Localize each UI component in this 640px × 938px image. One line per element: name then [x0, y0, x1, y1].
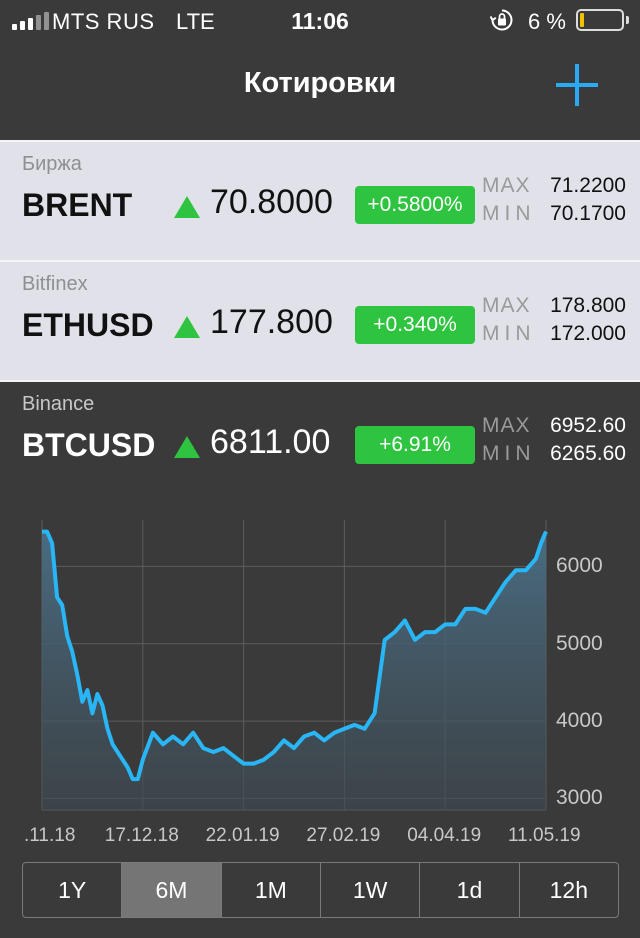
x-tick-label: 22.01.19 — [205, 825, 280, 846]
quote-row-ethusd[interactable]: Bitfinex ETHUSD 177.800 +0.340% MAX 178.… — [0, 262, 640, 380]
price-value: 177.800 — [210, 303, 333, 341]
min-label: MIN — [482, 442, 536, 465]
exchange-label: Binance — [22, 393, 95, 415]
battery-icon — [576, 9, 624, 31]
quote-row-btcusd[interactable]: Binance BTCUSD 6811.00 +6.91% MAX 6952.6… — [0, 382, 640, 500]
min-label: MIN — [482, 322, 536, 345]
max-value: 6952.60 — [550, 414, 626, 437]
y-tick-label: 4000 — [556, 709, 603, 733]
navigation-bar: Котировки — [0, 40, 640, 128]
max-label: MAX — [482, 414, 531, 437]
max-label: MAX — [482, 294, 531, 317]
max-label: MAX — [482, 174, 531, 197]
up-arrow-icon — [174, 196, 200, 218]
up-arrow-icon — [174, 316, 200, 338]
max-value: 178.800 — [550, 294, 626, 317]
min-label: MIN — [482, 202, 536, 225]
range-option-12h[interactable]: 12h — [518, 863, 618, 917]
y-tick-label: 3000 — [556, 786, 603, 810]
range-option-1y[interactable]: 1Y — [23, 863, 121, 917]
x-tick-label: 11.05.19 — [508, 825, 581, 846]
x-tick-label: 17.12.18 — [104, 825, 179, 846]
x-tick-label: 27.02.19 — [306, 825, 381, 846]
price-chart[interactable]: 6000 5000 4000 3000 .11.18 17.12.18 22.01.19 27… — [0, 500, 640, 860]
max-value: 71.2200 — [550, 174, 626, 197]
battery-percentage: 6 % — [528, 9, 566, 34]
exchange-label: Bitfinex — [22, 273, 88, 295]
range-option-1d[interactable]: 1d — [419, 863, 518, 917]
y-tick-label: 6000 — [556, 554, 603, 578]
price-area-fill — [42, 531, 546, 810]
battery-tip — [626, 16, 629, 24]
symbol-label: ETHUSD — [22, 307, 154, 343]
range-option-1m[interactable]: 1M — [220, 863, 320, 917]
range-selector: 1Y 6M 1M 1W 1d 12h — [22, 862, 619, 918]
min-value: 70.1700 — [550, 202, 626, 225]
x-tick-label: .11.18 — [24, 825, 76, 846]
price-chart-plot — [41, 520, 548, 811]
x-tick-label: 04.04.19 — [407, 825, 482, 846]
y-tick-label: 5000 — [556, 631, 603, 655]
symbol-label: BTCUSD — [22, 427, 156, 463]
min-value: 6265.60 — [550, 442, 626, 465]
range-option-6m[interactable]: 6M — [121, 863, 221, 917]
up-arrow-icon — [174, 436, 200, 458]
price-value: 6811.00 — [210, 423, 331, 461]
range-option-1w[interactable]: 1W — [319, 863, 419, 917]
change-badge: +6.91% — [355, 426, 475, 464]
symbol-label: BRENT — [22, 187, 133, 223]
orientation-lock-icon — [490, 9, 513, 31]
status-bar: MTS RUS LTE 11:06 6 % — [0, 0, 640, 40]
battery-level — [580, 13, 584, 27]
page-title: Котировки — [243, 67, 397, 99]
exchange-label: Биржа — [22, 153, 82, 175]
min-value: 172.000 — [550, 322, 626, 345]
quote-row-brent[interactable]: Биржа BRENT 70.8000 +0.5800% MAX 71.2200… — [0, 142, 640, 260]
plus-icon[interactable] — [552, 60, 602, 110]
change-badge: +0.340% — [355, 306, 475, 344]
change-badge: +0.5800% — [355, 186, 475, 224]
price-value: 70.8000 — [210, 183, 333, 221]
